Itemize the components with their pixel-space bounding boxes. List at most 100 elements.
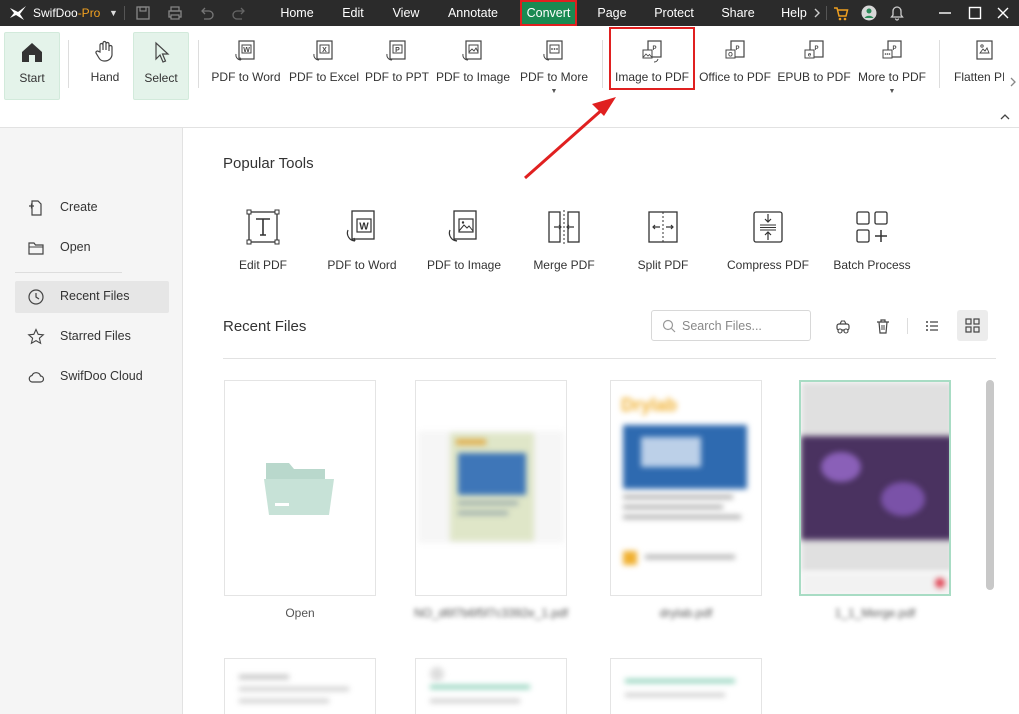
recent-file-card[interactable]: [415, 658, 567, 714]
ribbon-separator: [198, 40, 199, 88]
tool-compress-pdf[interactable]: Compress PDF: [713, 208, 823, 272]
sidebar-item-label: Create: [60, 200, 98, 214]
close-icon[interactable]: [994, 4, 1012, 22]
list-view-icon[interactable]: [923, 317, 941, 335]
menu-overflow-chevron-icon[interactable]: [812, 6, 822, 20]
sidebar-item-starred-files[interactable]: Starred Files: [15, 321, 169, 353]
ribbon-separator: [68, 40, 69, 88]
pdf-to-excel-icon: X: [313, 40, 333, 61]
svg-text:W: W: [359, 222, 369, 233]
svg-text:P: P: [892, 46, 896, 52]
svg-text:P: P: [395, 47, 400, 54]
pdf-to-ppt-button[interactable]: P PDF to PPT: [362, 32, 432, 98]
recent-file-card[interactable]: [415, 380, 567, 596]
maximize-icon[interactable]: [966, 4, 984, 22]
tool-label: Split PDF: [637, 258, 689, 272]
svg-text:X: X: [322, 47, 327, 54]
app-menu-caret-icon[interactable]: ▼: [109, 8, 118, 18]
grid-view-icon: [965, 318, 980, 333]
pdf-to-word-label: PDF to Word: [211, 70, 281, 84]
more-to-pdf-button[interactable]: P More to PDF ▼: [853, 32, 931, 102]
grid-view-button[interactable]: [957, 310, 988, 341]
compress-icon: [753, 211, 783, 243]
hand-label: Hand: [90, 70, 120, 84]
collapse-ribbon-chevron-icon[interactable]: [999, 112, 1011, 122]
recent-files-divider: [223, 358, 996, 359]
pdf-to-excel-label: PDF to Excel: [288, 70, 360, 84]
redo-icon[interactable]: [230, 4, 248, 22]
tool-merge-pdf[interactable]: Merge PDF: [509, 208, 619, 272]
pdf-to-word-button[interactable]: W PDF to Word: [206, 32, 286, 98]
tool-label: Merge PDF: [533, 258, 595, 272]
file-name-open: Open: [285, 606, 315, 620]
cloud-icon: [28, 372, 45, 383]
save-icon[interactable]: [134, 4, 152, 22]
tool-pdf-to-word[interactable]: W PDF to Word: [307, 208, 417, 272]
select-tool-button[interactable]: Select: [133, 32, 189, 100]
undo-icon[interactable]: [198, 4, 216, 22]
epub-to-pdf-icon: P e: [804, 40, 824, 59]
edit-text-icon: [246, 209, 280, 245]
pdf-to-image-label: PDF to Image: [435, 70, 511, 84]
image-to-pdf-button[interactable]: P Image to PDF: [611, 32, 693, 98]
menu-share[interactable]: Share: [714, 0, 762, 26]
start-button[interactable]: Start: [4, 32, 60, 100]
file-name: drylab.pdf: [659, 606, 713, 620]
toolbar-separator: [907, 318, 908, 334]
recent-file-card[interactable]: [610, 658, 762, 714]
flatten-pdf-button[interactable]: Flatten PI: [946, 32, 1004, 98]
left-sidebar: Create Open Recent Files Starred Files S…: [0, 128, 183, 714]
ribbon-scroll-right-icon[interactable]: [1008, 74, 1018, 90]
recent-files-title: Recent Files: [223, 318, 307, 335]
menu-home[interactable]: Home: [270, 0, 324, 26]
cloud-sync-icon[interactable]: [834, 317, 852, 335]
user-avatar-icon[interactable]: [860, 4, 878, 22]
title-bar: SwifDoo-Pro ▼ Home Edit View Annotate Co…: [0, 0, 1019, 26]
pdf-to-excel-button[interactable]: X PDF to Excel: [286, 32, 362, 98]
menu-protect[interactable]: Protect: [646, 0, 702, 26]
recent-file-card[interactable]: [224, 658, 376, 714]
tool-split-pdf[interactable]: Split PDF: [608, 208, 718, 272]
office-to-pdf-icon: P O: [725, 40, 745, 59]
sidebar-item-create[interactable]: Create: [15, 192, 169, 224]
tool-label: PDF to Image: [426, 258, 502, 272]
menu-annotate[interactable]: Annotate: [438, 0, 508, 26]
trash-icon[interactable]: [874, 317, 892, 335]
menu-view[interactable]: View: [384, 0, 428, 26]
flatten-icon: [976, 40, 993, 60]
sidebar-item-label: Starred Files: [60, 329, 131, 343]
tool-pdf-to-image[interactable]: PDF to Image: [409, 208, 519, 272]
print-icon[interactable]: [166, 4, 184, 22]
clock-icon: [28, 289, 44, 305]
tool-label: Batch Process: [833, 258, 911, 272]
tool-label: Edit PDF: [238, 258, 287, 272]
office-to-pdf-button[interactable]: P O Office to PDF: [695, 32, 775, 98]
search-files-box[interactable]: [651, 310, 811, 341]
sidebar-item-open[interactable]: Open: [15, 232, 169, 264]
pdf-to-more-button[interactable]: PDF to More ▼: [514, 32, 594, 102]
sidebar-item-swifdoo-cloud[interactable]: SwifDoo Cloud: [15, 361, 169, 393]
pdf-to-image-button[interactable]: PDF to Image: [432, 32, 514, 98]
epub-to-pdf-button[interactable]: P e EPUB to PDF: [775, 32, 853, 98]
hand-tool-button[interactable]: Hand: [78, 32, 132, 98]
cart-icon[interactable]: [832, 4, 850, 22]
sidebar-item-recent-files[interactable]: Recent Files: [15, 281, 169, 313]
open-file-card[interactable]: [224, 380, 376, 596]
app-name: SwifDoo-Pro: [33, 6, 101, 20]
menu-page[interactable]: Page: [590, 0, 634, 26]
tool-batch-process[interactable]: Batch Process: [817, 208, 927, 272]
minimize-icon[interactable]: [936, 4, 954, 22]
vertical-scrollbar[interactable]: [986, 380, 994, 590]
menu-help[interactable]: Help: [774, 0, 814, 26]
pdf-to-image-icon: [462, 40, 482, 61]
file-name: NO_d6f7b6f5f7c3392e_1.pdf: [413, 606, 569, 620]
search-files-input[interactable]: [682, 317, 802, 335]
recent-file-card[interactable]: Drylab: [610, 380, 762, 596]
menu-convert[interactable]: Convert: [520, 0, 577, 26]
tool-edit-pdf[interactable]: Edit PDF: [208, 208, 318, 272]
hand-icon: [95, 40, 113, 62]
notification-bell-icon[interactable]: [888, 4, 906, 22]
pdf-to-word-icon: W: [346, 210, 375, 242]
menu-edit[interactable]: Edit: [332, 0, 374, 26]
recent-file-card-selected[interactable]: [799, 380, 951, 596]
